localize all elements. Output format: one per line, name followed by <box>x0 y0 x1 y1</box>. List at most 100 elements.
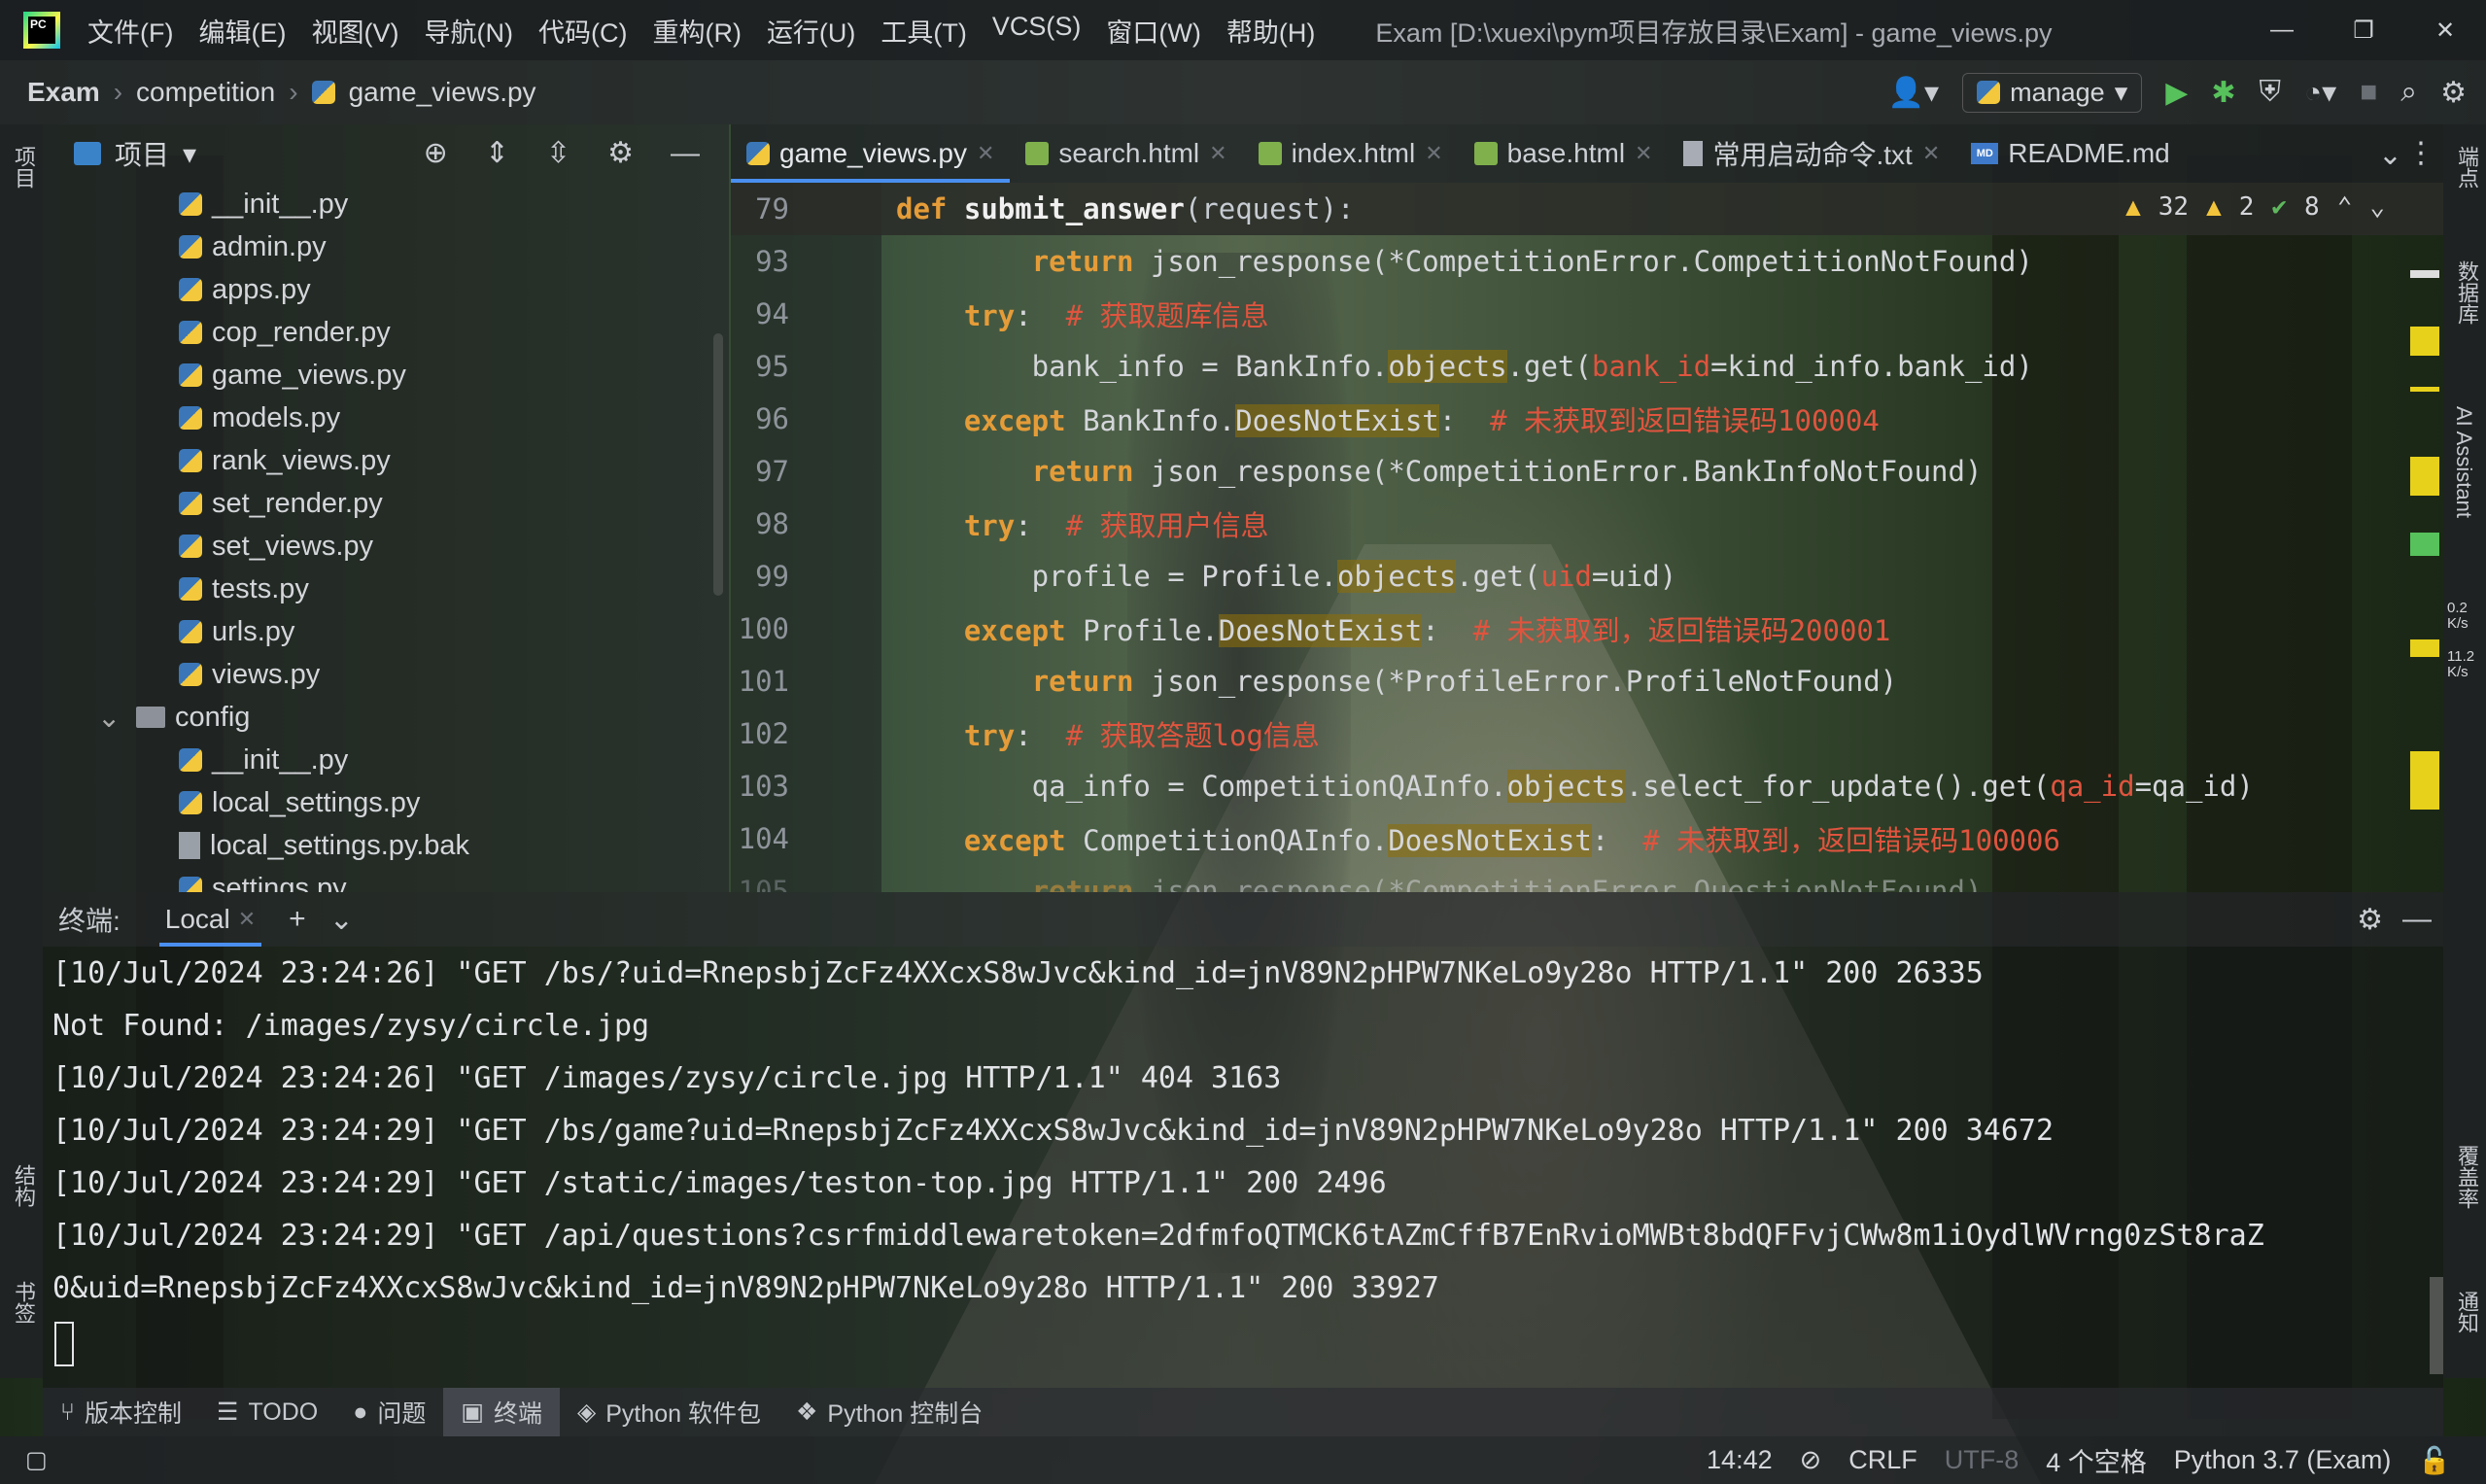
tree-file[interactable]: local_settings.py <box>43 781 729 824</box>
tab-readme-md[interactable]: MD README.md <box>1955 124 2185 183</box>
tree-file[interactable]: urls.py <box>43 610 729 653</box>
close-icon[interactable]: ✕ <box>977 141 994 166</box>
notifications-tool-button[interactable]: 通知 <box>2451 1291 2482 1333</box>
locate-icon[interactable]: ⊕ <box>424 136 448 170</box>
file-encoding[interactable]: UTF-8 <box>1945 1445 2020 1475</box>
menu-file[interactable]: 文件(F) <box>87 12 173 50</box>
terminal-output[interactable]: [10/Jul/2024 23:24:26] "GET /bs/?uid=Rne… <box>43 947 2443 1388</box>
expand-all-icon[interactable]: ⇕ <box>485 136 509 170</box>
menu-run[interactable]: 运行(U) <box>767 12 855 50</box>
restore-button[interactable]: ❐ <box>2323 0 2404 60</box>
tree-file[interactable]: models.py <box>43 397 729 439</box>
menu-help[interactable]: 帮助(H) <box>1226 12 1315 50</box>
run-icon[interactable]: ▶ <box>2165 76 2188 110</box>
breadcrumb-project[interactable]: Exam <box>27 77 100 108</box>
chevron-down-icon[interactable]: ⌄ <box>97 701 126 735</box>
lock-icon[interactable]: 🔓 <box>2418 1445 2451 1476</box>
error-stripe[interactable] <box>2410 183 2439 892</box>
caret-position[interactable]: 14:42 <box>1707 1445 1773 1475</box>
gear-icon[interactable]: ⚙ <box>2357 903 2383 937</box>
toggle-tool-windows-icon[interactable]: ▢ <box>25 1446 48 1474</box>
tab-search-html[interactable]: search.html ✕ <box>1010 124 1242 183</box>
tool-tab-python-packages[interactable]: ◈ Python 软件包 <box>560 1388 778 1436</box>
search-icon[interactable]: ⌕ <box>2400 76 2417 109</box>
tool-tab-todo[interactable]: ☰ TODO <box>199 1388 335 1436</box>
bookmarks-tool-button[interactable]: 书签 <box>8 1281 39 1324</box>
collapse-all-icon[interactable]: ⇳ <box>546 136 570 170</box>
breadcrumb-folder[interactable]: competition <box>136 77 275 108</box>
project-scrollbar[interactable] <box>713 333 723 596</box>
python-interpreter[interactable]: Python 3.7 (Exam) <box>2174 1445 2392 1475</box>
chevron-up-icon[interactable]: ⌃ <box>2337 192 2353 222</box>
project-panel-title[interactable]: 项目 <box>115 134 169 173</box>
inspection-widget[interactable]: ▲ 32 ▲ 2 ✔ 8 ⌃ ⌄ <box>2125 192 2385 222</box>
tab-index-html[interactable]: index.html ✕ <box>1243 124 1459 183</box>
close-window-button[interactable]: ✕ <box>2404 0 2486 60</box>
chevron-down-icon[interactable]: ⌄ <box>2369 192 2385 222</box>
debug-icon[interactable]: ✱ <box>2211 76 2235 110</box>
menu-window[interactable]: 窗口(W) <box>1106 12 1200 50</box>
structure-tool-button[interactable]: 结构 <box>8 1164 39 1207</box>
tab-commands-txt[interactable]: 常用启动命令.txt ✕ <box>1668 124 1955 183</box>
chevron-down-icon[interactable]: ⌄ <box>329 903 354 937</box>
line-separator[interactable]: CRLF <box>1848 1445 1917 1475</box>
menu-tools[interactable]: 工具(T) <box>880 12 966 50</box>
gear-icon[interactable]: ⚙ <box>2440 76 2467 110</box>
tree-file[interactable]: __init__.py <box>43 739 729 781</box>
ai-assistant-tool-button[interactable]: AI Assistant <box>2451 406 2476 518</box>
add-icon[interactable]: + <box>289 903 306 936</box>
tool-tab-version-control[interactable]: ⑂ 版本控制 <box>43 1388 199 1436</box>
tree-file[interactable]: local_settings.py.bak <box>43 824 729 867</box>
chevron-down-icon[interactable]: ▾ <box>183 138 196 170</box>
hide-panel-icon[interactable]: — <box>2402 903 2432 936</box>
more-vertical-icon[interactable]: ⋮ <box>2406 136 2435 170</box>
close-icon[interactable]: ✕ <box>1922 141 1940 166</box>
coverage-icon[interactable]: ⛨ <box>2259 76 2281 109</box>
terminal-scrollbar[interactable] <box>2430 1277 2443 1374</box>
tree-file[interactable]: rank_views.py <box>43 439 729 482</box>
close-icon[interactable]: ✕ <box>1635 141 1652 166</box>
hide-panel-icon[interactable]: — <box>671 136 700 170</box>
tree-file[interactable]: cop_render.py <box>43 311 729 354</box>
coverage-tool-button[interactable]: 覆盖率 <box>2451 1145 2482 1209</box>
menu-navigate[interactable]: 导航(N) <box>424 12 512 50</box>
endpoints-tool-button[interactable]: 端点 <box>2451 146 2482 189</box>
tree-file[interactable]: __init__.py <box>43 183 729 225</box>
tree-file[interactable]: tests.py <box>43 568 729 610</box>
tool-tab-terminal[interactable]: ▣ 终端 <box>443 1388 560 1436</box>
gear-icon[interactable]: ⚙ <box>607 136 634 170</box>
tree-file[interactable]: apps.py <box>43 268 729 311</box>
stop-icon[interactable]: ■ <box>2360 76 2377 109</box>
tree-file[interactable]: admin.py <box>43 225 729 268</box>
menu-refactor[interactable]: 重构(R) <box>652 12 741 50</box>
tab-base-html[interactable]: base.html ✕ <box>1459 124 1669 183</box>
tab-game-views[interactable]: game_views.py ✕ <box>731 124 1011 183</box>
code-editor[interactable]: 79 def submit_answer(request): ▲ 32 ▲ 2 ✔ 8… <box>731 183 2443 892</box>
profile-icon[interactable]: ◔▾ <box>2304 76 2336 110</box>
tool-tab-problems[interactable]: ● 问题 <box>335 1388 443 1436</box>
close-icon[interactable]: ✕ <box>238 907 256 932</box>
tree-folder-config[interactable]: ⌄ config <box>43 696 729 739</box>
database-tool-button[interactable]: 数据库 <box>2451 260 2482 325</box>
minimize-button[interactable]: — <box>2241 0 2323 60</box>
tree-file[interactable]: game_views.py <box>43 354 729 397</box>
menu-code[interactable]: 代码(C) <box>538 12 627 50</box>
no-lock-icon[interactable]: ⊘ <box>1800 1445 1822 1475</box>
tree-file[interactable]: views.py <box>43 653 729 696</box>
chevron-down-icon[interactable]: ⌄ <box>2378 138 2402 172</box>
terminal-tab-local[interactable]: Local ✕ <box>158 892 262 947</box>
tree-file[interactable]: settings.py <box>43 867 729 892</box>
menu-view[interactable]: 视图(V) <box>311 12 398 50</box>
project-tool-button[interactable]: 项目 <box>8 146 39 189</box>
indent-setting[interactable]: 4 个空格 <box>2046 1441 2147 1479</box>
menu-edit[interactable]: 编辑(E) <box>198 12 286 50</box>
tree-file[interactable]: set_render.py <box>43 482 729 525</box>
user-icon[interactable]: 👤▾ <box>1888 76 1939 110</box>
close-icon[interactable]: ✕ <box>1425 141 1442 166</box>
breadcrumb-file[interactable]: game_views.py <box>349 77 536 108</box>
close-icon[interactable]: ✕ <box>1209 141 1226 166</box>
run-configuration-select[interactable]: manage ▾ <box>1962 72 2143 113</box>
tree-file[interactable]: set_views.py <box>43 525 729 568</box>
menu-vcs[interactable]: VCS(S) <box>992 12 1082 50</box>
tool-tab-python-console[interactable]: ❖ Python 控制台 <box>778 1388 1000 1436</box>
